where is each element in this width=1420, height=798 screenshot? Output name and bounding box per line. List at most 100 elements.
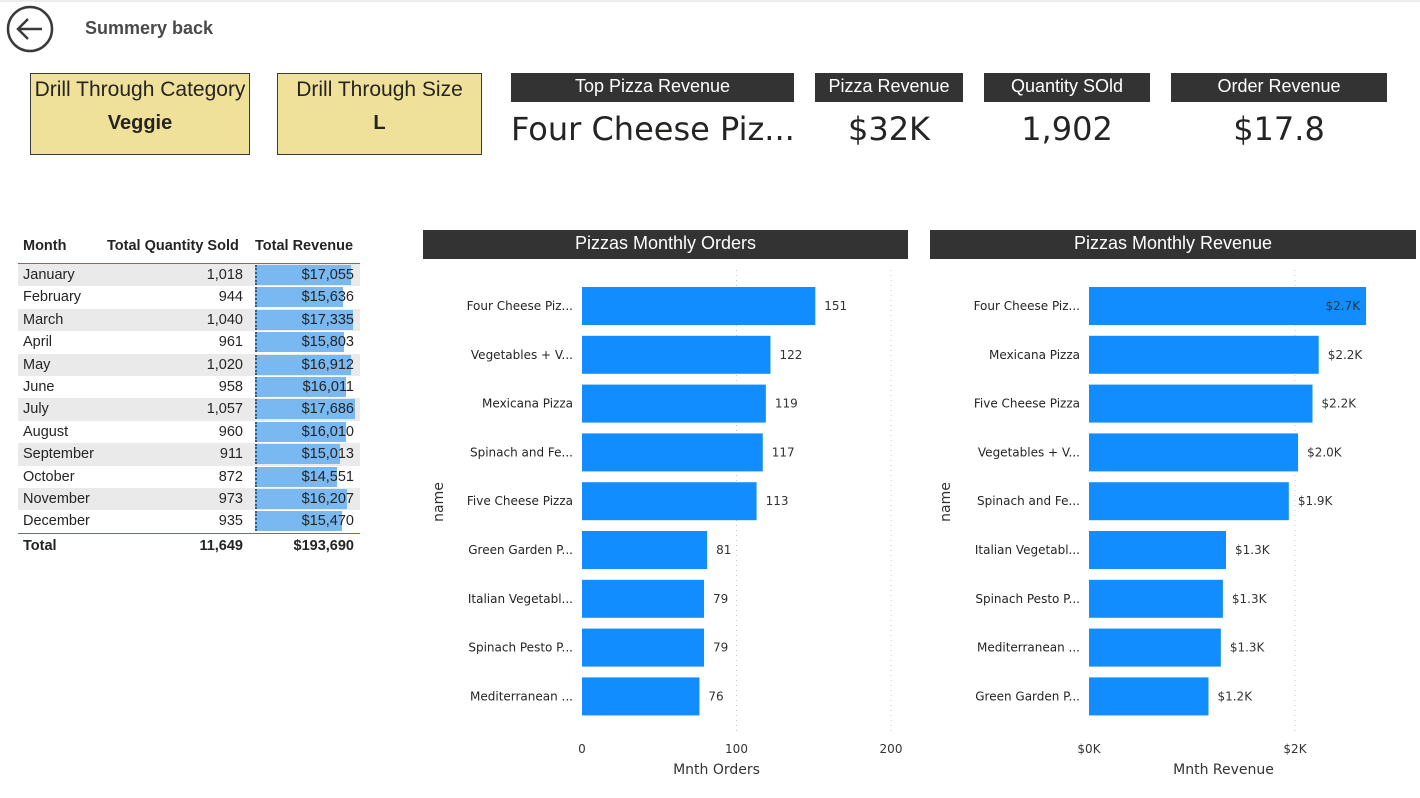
quantity-cell: 935 (218, 513, 243, 530)
back-arrow-icon (6, 5, 54, 53)
table-row[interactable]: July 1,057 $17,686 (18, 398, 360, 421)
month-cell: June (23, 378, 55, 395)
y-axis-title: name (431, 482, 447, 522)
quantity-cell: 911 (219, 446, 243, 463)
category-label: Five Cheese Pizza (467, 494, 573, 508)
table-row[interactable]: March 1,040 $17,335 (18, 308, 360, 332)
table-row[interactable]: February 944 $15,636 (18, 286, 360, 308)
table-row[interactable]: June 958 $16,011 (18, 376, 360, 398)
table-row[interactable]: November 973 $16,207 (18, 487, 360, 511)
kpi-quantity-header: Quantity SOld (984, 73, 1150, 102)
category-label: Four Cheese Piz... (974, 299, 1080, 313)
month-cell: May (23, 356, 51, 373)
bar (1089, 482, 1289, 521)
revenue-cell: $16,011 (302, 378, 354, 395)
revenue-bar-chart: $0K $2K Four Cheese Piz... $2.7K Mexicana Pi… (938, 270, 1367, 778)
category-label: Italian Vegetabl... (468, 592, 573, 606)
data-label: 119 (775, 397, 798, 411)
orders-chart-title: Pizzas Monthly Orders (423, 230, 908, 259)
table-total-row: Total 11,649 $193,690 (18, 532, 360, 557)
category-label: Green Garden P... (468, 543, 573, 557)
bar (582, 531, 708, 569)
month-cell: November (23, 490, 90, 507)
table-row[interactable]: September 911 $15,013 (18, 443, 360, 466)
category-label: Vegetables + V... (471, 348, 573, 362)
category-label: Spinach Pesto P... (468, 641, 573, 655)
revenue-cell: $17,055 (301, 267, 354, 283)
back-label[interactable]: Summery back (85, 18, 213, 39)
col-qty-header[interactable]: Total Quantity Sold (107, 238, 239, 254)
revenue-cell: $14,551 (301, 468, 354, 485)
kpi-pizza-revenue-header: Pizza Revenue (815, 73, 963, 102)
x-tick-label: 100 (725, 742, 748, 756)
table-header: Month Total Quantity Sold Total Revenue (18, 230, 360, 264)
bar (582, 287, 816, 325)
monthly-table: Month Total Quantity Sold Total Revenue … (18, 230, 360, 557)
revenue-chart-title: Pizzas Monthly Revenue (930, 230, 1416, 259)
col-revenue-header[interactable]: Total Revenue (255, 238, 353, 254)
bar (1089, 384, 1313, 423)
bar (582, 335, 771, 374)
data-label: 117 (772, 445, 795, 459)
quantity-cell: 960 (218, 423, 243, 440)
x-tick-label: $0K (1077, 742, 1101, 756)
quantity-cell: 1,018 (206, 267, 243, 283)
table-body: January 1,018 $17,055 February 944 $15,636 Mar… (18, 264, 360, 533)
col-month-header[interactable]: Month (23, 238, 66, 254)
back-arrow-button[interactable] (6, 5, 54, 53)
table-row[interactable]: October 872 $14,551 (18, 466, 360, 488)
revenue-cell: $15,470 (301, 513, 354, 530)
table-row[interactable]: May 1,020 $16,912 (18, 353, 360, 376)
data-label: 76 (708, 689, 723, 703)
month-cell: December (23, 513, 90, 530)
revenue-cell: $15,636 (301, 289, 354, 306)
bar (582, 579, 705, 618)
drill-size-value: L (373, 112, 386, 134)
bar (582, 677, 700, 716)
revenue-cell: $17,686 (301, 401, 354, 418)
month-cell: March (23, 311, 64, 328)
quantity-cell: 1,057 (206, 401, 243, 418)
x-tick-label: 200 (880, 742, 903, 756)
data-label: 79 (713, 592, 728, 606)
table-row[interactable]: August 960 $16,010 (18, 421, 360, 443)
table-row[interactable]: December 935 $15,470 (18, 510, 360, 532)
top-border (0, 0, 1420, 2)
category-label: Mexicana Pizza (482, 397, 573, 411)
bar (1089, 677, 1209, 716)
total-revenue: $193,690 (293, 537, 354, 554)
y-axis-title: name (938, 482, 954, 522)
data-label: $1.3K (1235, 543, 1271, 557)
bar (1089, 628, 1221, 667)
x-axis-title: Mnth Orders (673, 762, 760, 778)
revenue-cell: $16,010 (301, 423, 354, 440)
orders-bar-chart: 0 100 200 Four Cheese Piz... 151 Vegetables +… (431, 270, 903, 778)
bar (1089, 335, 1319, 374)
kpi-order-revenue-value: $17.8 (1233, 110, 1325, 148)
quantity-cell: 872 (218, 468, 243, 485)
data-label: $2.0K (1307, 445, 1343, 459)
month-cell: October (23, 468, 75, 485)
data-label: $1.3K (1230, 641, 1266, 655)
drill-category-title: Drill Through Category (34, 78, 246, 101)
month-cell: September (23, 446, 94, 463)
table-row[interactable]: January 1,018 $17,055 (18, 264, 360, 287)
quantity-cell: 1,020 (206, 356, 243, 373)
bar (582, 482, 757, 521)
category-label: Green Garden P... (975, 689, 1080, 703)
category-label: Vegetables + V... (978, 445, 1080, 459)
table-row[interactable]: April 961 $15,803 (18, 331, 360, 353)
kpi-order-revenue-header: Order Revenue (1171, 73, 1387, 102)
data-label: $1.2K (1217, 689, 1253, 703)
drill-size-card: Drill Through Size L (277, 73, 482, 155)
month-cell: July (23, 401, 49, 418)
month-cell: April (23, 334, 53, 351)
quantity-cell: 973 (218, 490, 243, 507)
data-label: 113 (766, 494, 789, 508)
x-tick-label: $2K (1283, 742, 1307, 756)
month-cell: February (23, 289, 82, 306)
revenue-cell: $15,013 (301, 446, 354, 463)
data-label: 151 (824, 299, 847, 313)
kpi-quantity-value: 1,902 (1021, 110, 1113, 148)
kpi-pizza-revenue-value: $32K (847, 110, 931, 148)
